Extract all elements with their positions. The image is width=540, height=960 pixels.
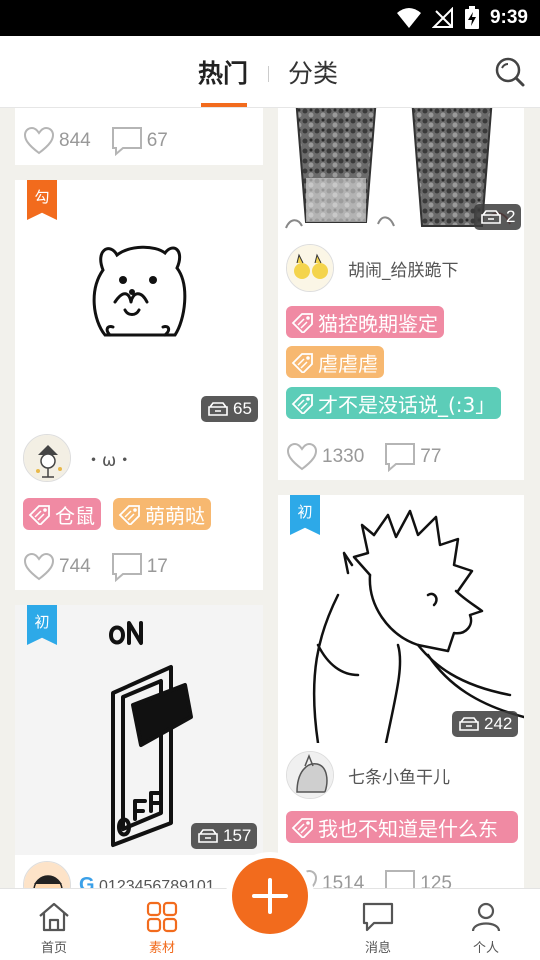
username[interactable]: ・ω・	[85, 446, 133, 471]
post-image[interactable]: 2	[278, 108, 524, 234]
tag-chip[interactable]: 才不是没话说_(:3」	[286, 387, 502, 419]
create-post-button[interactable]	[232, 858, 308, 934]
comment-icon[interactable]	[384, 442, 416, 472]
nav-home-label: 首页	[40, 941, 67, 956]
status-bar: 9:39	[0, 0, 540, 36]
username-text: 0123456789101	[99, 877, 215, 889]
tag-icon	[291, 818, 313, 838]
comment-count: 17	[146, 556, 168, 577]
feed[interactable]: 844 67 65 勾 ・ω・ 仓鼠 萌萌哒 744 17 157 初 G 01…	[0, 108, 540, 888]
tag-icon	[118, 505, 140, 525]
tag-label: 萌萌哒	[145, 503, 205, 528]
like-count: 1514	[322, 873, 365, 888]
nav-materials[interactable]: 素材	[122, 889, 202, 960]
no-signal-icon	[431, 7, 453, 28]
comment-icon[interactable]	[384, 869, 416, 888]
comment-count: 125	[420, 873, 452, 888]
tag-label: 才不是没话说_(:3」	[318, 392, 496, 417]
tag-label: 猫控晚期鉴定	[318, 311, 438, 336]
post-stats: 744 17	[23, 552, 188, 582]
post-stats: 1514 125	[286, 869, 472, 888]
home-icon	[39, 902, 69, 932]
gallery-icon	[208, 402, 228, 416]
post-card[interactable]: 157 初 G 0123456789101	[15, 605, 263, 888]
nav-home[interactable]: 首页	[14, 889, 94, 960]
image-count: 2	[506, 207, 516, 226]
nav-messages[interactable]: 消息	[338, 889, 418, 960]
avatar[interactable]	[23, 861, 71, 888]
person-icon	[471, 902, 501, 932]
post-stats: 1330 77	[286, 442, 461, 472]
comment-icon[interactable]	[111, 552, 143, 582]
tag-label: 仓鼠	[55, 503, 95, 528]
username[interactable]: 七条小鱼干儿	[348, 763, 450, 788]
like-count: 744	[59, 556, 91, 577]
avatar[interactable]	[23, 434, 71, 482]
gallery-icon	[198, 829, 218, 843]
tab-divider	[268, 66, 269, 82]
tag-chip[interactable]: 萌萌哒	[113, 498, 211, 530]
avatar-image	[24, 862, 70, 888]
nav-profile[interactable]: 个人	[446, 889, 526, 960]
gallery-icon	[481, 210, 501, 224]
battery-charging-icon	[464, 6, 479, 29]
post-author[interactable]: 胡闹_给朕跪下	[286, 244, 459, 292]
image-count: 157	[223, 826, 252, 845]
post-stats: 844 67	[23, 126, 188, 156]
post-card[interactable]: 2 胡闹_给朕跪下 猫控晚期鉴定 虐虐虐 才不是没话说_(:3」 1330 77	[278, 108, 524, 480]
nav-profile-label: 个人	[472, 941, 499, 956]
username[interactable]: 胡闹_给朕跪下	[348, 256, 459, 281]
search-icon[interactable]	[494, 56, 526, 88]
post-card[interactable]: 844 67	[15, 108, 263, 165]
tag-chip[interactable]: 仓鼠	[23, 498, 101, 530]
tag-label: 虐虐虐	[318, 351, 378, 376]
tag-icon	[291, 394, 313, 414]
heart-icon[interactable]	[23, 126, 55, 156]
grid-icon	[146, 901, 178, 933]
tag-chip[interactable]: 猫控晚期鉴定	[286, 306, 444, 338]
username[interactable]: G 0123456789101	[79, 874, 215, 889]
avatar-image	[287, 752, 333, 798]
image-count: 242	[484, 714, 513, 733]
status-time: 9:39	[489, 7, 528, 28]
avatar[interactable]	[286, 244, 334, 292]
comment-count: 67	[146, 130, 168, 151]
comment-count: 77	[420, 446, 442, 467]
tag-label: 我也不知道是什么东	[318, 816, 498, 841]
tab-hot[interactable]: 热门	[198, 54, 248, 90]
plus-icon	[252, 878, 288, 914]
tag-icon	[291, 313, 313, 333]
heart-icon[interactable]	[286, 442, 318, 472]
tab-category[interactable]: 分类	[288, 54, 338, 90]
post-author[interactable]: G 0123456789101	[23, 861, 215, 888]
image-count: 65	[233, 399, 252, 418]
like-count: 844	[59, 130, 91, 151]
tag-chip[interactable]: 虐虐虐	[286, 346, 384, 378]
active-tab-indicator	[201, 103, 247, 107]
image-count-badge: 157	[191, 823, 258, 849]
nav-messages-label: 消息	[364, 941, 391, 956]
image-count-badge: 2	[474, 204, 522, 230]
avatar-image	[24, 435, 70, 481]
heart-icon[interactable]	[23, 552, 55, 582]
gallery-icon	[459, 717, 479, 731]
image-count-badge: 65	[201, 396, 258, 422]
tag-icon	[291, 353, 313, 373]
nav-materials-label: 素材	[148, 941, 175, 956]
top-header: 热门 分类	[0, 36, 540, 108]
like-count: 1330	[322, 446, 365, 467]
avatar[interactable]	[286, 751, 334, 799]
verified-icon: G	[79, 873, 95, 889]
tag-chip[interactable]: 我也不知道是什么东	[286, 811, 518, 843]
tag-icon	[28, 505, 50, 525]
wifi-icon	[396, 8, 421, 28]
comment-icon[interactable]	[111, 126, 143, 156]
message-icon	[362, 902, 394, 932]
avatar-image	[287, 245, 333, 291]
post-card[interactable]: 65 勾 ・ω・ 仓鼠 萌萌哒 744 17	[15, 180, 263, 590]
post-author[interactable]: ・ω・	[23, 434, 133, 482]
image-count-badge: 242	[452, 711, 519, 737]
post-card[interactable]: 242 初 七条小鱼干儿 我也不知道是什么东 1514 125	[278, 495, 524, 888]
post-author[interactable]: 七条小鱼干儿	[286, 751, 450, 799]
